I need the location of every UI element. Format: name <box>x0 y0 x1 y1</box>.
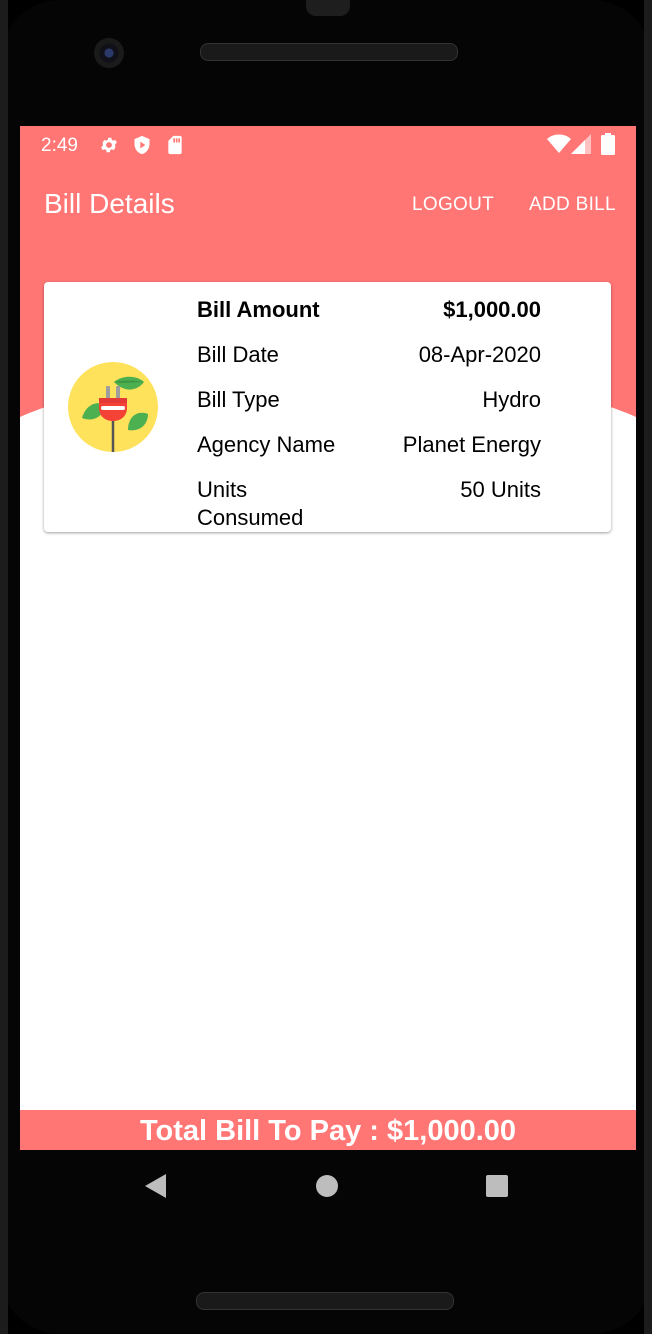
device-notch <box>306 0 350 16</box>
home-icon[interactable] <box>316 1175 338 1197</box>
total-bill-bar: Total Bill To Pay : $1,000.00 <box>20 1110 636 1150</box>
bill-date-value: 08-Apr-2020 <box>418 342 541 367</box>
logout-button[interactable]: LOGOUT <box>412 194 494 216</box>
wifi-icon <box>547 134 571 153</box>
agency-name-value: Planet Energy <box>402 432 541 457</box>
gear-icon <box>101 137 117 153</box>
agency-name-label: Agency Name <box>197 432 336 457</box>
battery-icon <box>601 133 615 155</box>
eco-plug-icon <box>68 362 158 452</box>
earpiece-speaker <box>200 43 458 61</box>
bill-date-label: Bill Date <box>197 342 279 367</box>
bill-amount-label: Bill Amount <box>197 297 320 322</box>
status-bar: 2:49 <box>20 126 636 164</box>
back-icon[interactable] <box>144 1173 168 1199</box>
shield-icon <box>134 135 150 155</box>
bill-card[interactable]: Bill Amount $1,000.00 Bill Date 08-Apr-2… <box>44 282 611 532</box>
add-bill-button[interactable]: ADD BILL <box>529 194 616 216</box>
recents-icon[interactable] <box>486 1175 508 1197</box>
bill-type-value: Hydro <box>482 387 541 412</box>
signal-icon <box>571 134 591 154</box>
units-consumed-value: 50 Units <box>460 477 541 502</box>
sd-card-icon <box>168 135 182 155</box>
status-time: 2:49 <box>41 135 78 156</box>
bill-type-label: Bill Type <box>197 387 280 412</box>
bottom-speaker <box>196 1292 454 1310</box>
page-title: Bill Details <box>44 188 175 219</box>
navigation-bar <box>20 1150 636 1224</box>
device-frame: 2:49 Bill Details LOGOUT ADD BILL Bill A… <box>0 0 652 1334</box>
front-camera-icon <box>94 38 124 68</box>
device-edge-right <box>644 0 652 1334</box>
units-consumed-label: Units Consumed <box>197 477 304 530</box>
device-edge-left <box>0 0 8 1334</box>
bill-amount-value: $1,000.00 <box>443 297 541 322</box>
app-screen: 2:49 Bill Details LOGOUT ADD BILL Bill A… <box>20 126 636 1150</box>
